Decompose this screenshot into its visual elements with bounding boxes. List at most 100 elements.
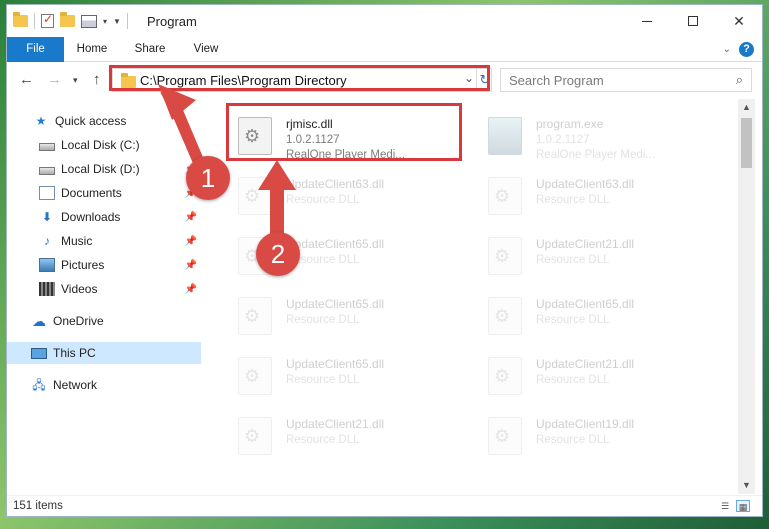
file-name: UpdateClient63.dll: [536, 177, 635, 191]
view-switcher: ☰ ▦: [718, 500, 750, 512]
back-arrow-icon[interactable]: ←: [19, 71, 34, 88]
pin-icon[interactable]: 📌: [185, 284, 197, 295]
scroll-up-icon[interactable]: ▲: [738, 99, 755, 116]
new-folder-icon[interactable]: [60, 12, 75, 27]
callout-badge-2: 2: [256, 232, 300, 276]
status-bar: 151 items ☰ ▦: [7, 495, 762, 516]
pin-icon[interactable]: 📌: [185, 140, 197, 151]
ribbon-tabs: File Home Share View ⌄ ?: [7, 37, 762, 62]
pin-icon[interactable]: 📌: [185, 260, 197, 271]
pin-icon[interactable]: 📌: [185, 236, 197, 247]
sidebar-item-videos[interactable]: Videos 📌: [7, 278, 201, 300]
tab-home[interactable]: Home: [67, 37, 117, 62]
sidebar-item-documents[interactable]: Documents 📌: [7, 182, 201, 204]
music-icon: ♪: [44, 234, 50, 248]
network-icon: 🖧: [32, 378, 46, 392]
close-button[interactable]: ✕: [716, 5, 762, 37]
pictures-icon: [39, 258, 55, 272]
forward-arrow-icon[interactable]: →: [47, 71, 62, 88]
tab-share[interactable]: Share: [125, 37, 175, 62]
dll-file-icon: [488, 417, 522, 455]
sidebar-item-label: Downloads: [61, 210, 121, 224]
file-name: UpdateClient65.dll: [536, 297, 635, 311]
vertical-scrollbar[interactable]: ▲ ▼: [738, 99, 755, 494]
file-tile[interactable]: UpdateClient65.dll Resource DLL: [226, 347, 461, 403]
search-icon[interactable]: ⌕: [736, 72, 743, 88]
sidebar-item-local-disk-d[interactable]: Local Disk (D:) 📌: [7, 158, 201, 180]
file-tile[interactable]: UpdateClient65.dll Resource DLL: [476, 287, 711, 343]
sidebar-item-downloads[interactable]: ⬇ Downloads 📌: [7, 206, 201, 228]
tab-view[interactable]: View: [182, 37, 230, 62]
file-tile[interactable]: program.exe 1.0.2.1127 RealOne Player Me…: [476, 107, 711, 163]
window-controls: ✕: [624, 5, 762, 37]
dll-file-icon: [238, 177, 272, 215]
tab-file[interactable]: File: [7, 37, 64, 62]
dll-file-icon: [238, 417, 272, 455]
file-name: UpdateClient63.dll: [286, 177, 385, 191]
up-arrow-icon[interactable]: ↑: [93, 71, 101, 88]
tiles-view-icon[interactable]: ▦: [736, 500, 750, 512]
videos-icon: [39, 282, 55, 296]
star-icon: ★: [35, 114, 47, 128]
ribbon-right-controls: ⌄ ?: [723, 42, 754, 57]
sidebar-item-onedrive[interactable]: ☁ OneDrive: [7, 310, 201, 332]
title-bar: ▾ ▼ Program ✕: [7, 5, 762, 37]
drive-icon: [39, 142, 55, 151]
customize-toolbar-icon[interactable]: ▼: [113, 17, 121, 26]
view-options-icon[interactable]: [81, 14, 97, 28]
file-tile[interactable]: UpdateClient21.dll Resource DLL: [476, 227, 711, 283]
sidebar-item-local-disk-c[interactable]: Local Disk (C:) 📌: [7, 134, 201, 156]
file-type: Resource DLL: [536, 434, 610, 446]
download-icon: ⬇: [41, 210, 53, 224]
minimize-icon: [642, 20, 652, 22]
file-version: 1.0.2.1127: [536, 134, 590, 146]
sidebar-item-label: Documents: [61, 186, 122, 200]
file-description: RealOne Player Medi...: [536, 149, 655, 161]
file-tile[interactable]: UpdateClient21.dll Resource DLL: [476, 347, 711, 403]
dll-file-icon: [488, 237, 522, 275]
file-type: Resource DLL: [536, 194, 610, 206]
file-name: UpdateClient65.dll: [286, 357, 385, 371]
folder-icon: [13, 12, 28, 27]
file-name: UpdateClient65.dll: [286, 237, 385, 251]
recent-locations-chevron-icon[interactable]: ▾: [73, 75, 78, 86]
file-type: Resource DLL: [286, 434, 360, 446]
details-view-icon[interactable]: ☰: [718, 500, 732, 512]
file-name: UpdateClient21.dll: [286, 417, 385, 431]
properties-check-icon[interactable]: [41, 12, 54, 28]
toolbar-divider: [34, 13, 35, 29]
file-type: Resource DLL: [286, 194, 360, 206]
navigation-pane: ★ Quick access Local Disk (C:) 📌 Local D…: [7, 99, 204, 493]
sidebar-item-label: Local Disk (C:): [61, 138, 140, 152]
close-icon: ✕: [733, 12, 745, 29]
sidebar-item-label: Music: [61, 234, 93, 248]
sidebar-item-label: Videos: [61, 282, 98, 296]
maximize-button[interactable]: [670, 5, 716, 37]
file-tile[interactable]: UpdateClient63.dll Resource DLL: [476, 167, 711, 223]
minimize-button[interactable]: [624, 5, 670, 37]
file-type: Resource DLL: [286, 314, 360, 326]
file-tile[interactable]: UpdateClient65.dll Resource DLL: [226, 287, 461, 343]
sidebar-item-label: This PC: [53, 346, 96, 360]
sidebar-item-music[interactable]: ♪ Music 📌: [7, 230, 201, 252]
chevron-down-icon[interactable]: ▾: [103, 17, 107, 26]
dll-file-icon: [238, 357, 272, 395]
file-name: UpdateClient21.dll: [536, 237, 635, 251]
file-type: Resource DLL: [536, 254, 610, 266]
sidebar-item-pictures[interactable]: Pictures 📌: [7, 254, 201, 276]
file-type: Resource DLL: [286, 374, 360, 386]
scroll-thumb[interactable]: [741, 118, 752, 168]
help-icon[interactable]: ?: [739, 42, 754, 57]
sidebar-item-this-pc[interactable]: This PC: [7, 342, 201, 364]
sidebar-item-network[interactable]: 🖧 Network: [7, 374, 201, 396]
file-tile[interactable]: UpdateClient19.dll Resource DLL: [476, 407, 711, 463]
search-input[interactable]: [509, 73, 719, 88]
file-tile[interactable]: UpdateClient63.dll Resource DLL: [226, 167, 461, 223]
search-box[interactable]: ⌕: [500, 68, 752, 92]
pin-icon[interactable]: 📌: [185, 212, 197, 223]
sidebar-item-quick-access[interactable]: ★ Quick access: [7, 110, 201, 132]
dll-file-icon: [488, 297, 522, 335]
expand-ribbon-icon[interactable]: ⌄: [723, 44, 731, 55]
scroll-down-icon[interactable]: ▼: [738, 477, 755, 494]
file-tile[interactable]: UpdateClient21.dll Resource DLL: [226, 407, 461, 463]
